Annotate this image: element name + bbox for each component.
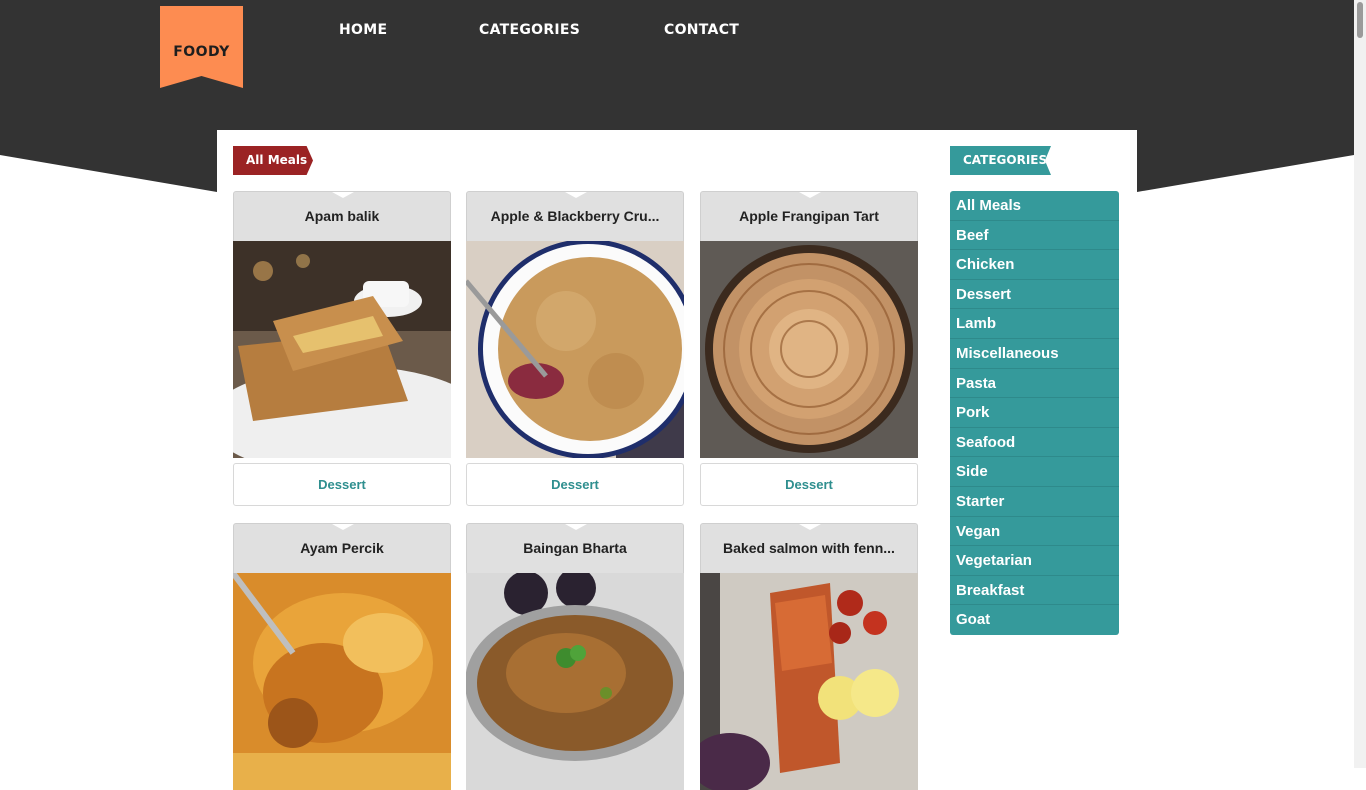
meal-name: Apple & Blackberry Cru... xyxy=(490,208,660,224)
logo[interactable]: FOODY xyxy=(160,6,243,88)
category-item-vegetarian[interactable]: Vegetarian xyxy=(950,546,1119,576)
category-item-vegan[interactable]: Vegan xyxy=(950,517,1119,547)
category-item-starter[interactable]: Starter xyxy=(950,487,1119,517)
meal-name: Apple Frangipan Tart xyxy=(739,208,879,224)
category-item-seafood[interactable]: Seafood xyxy=(950,428,1119,458)
category-item-dessert[interactable]: Dessert xyxy=(950,280,1119,310)
section-label-all-meals: All Meals xyxy=(233,146,313,175)
title-notch xyxy=(565,524,587,530)
meal-image-baked-salmon[interactable] xyxy=(700,573,918,790)
meal-name: Baingan Bharta xyxy=(523,540,627,556)
scrollbar-thumb[interactable] xyxy=(1357,2,1363,38)
meal-title[interactable]: Baingan Bharta xyxy=(466,523,684,573)
meal-title[interactable]: Apple Frangipan Tart xyxy=(700,191,918,241)
category-item-breakfast[interactable]: Breakfast xyxy=(950,576,1119,606)
meal-image-apple-blackberry-crumble[interactable] xyxy=(466,241,684,458)
meal-card[interactable]: Apple Frangipan Tart Dessert xyxy=(700,191,918,506)
category-item-pork[interactable]: Pork xyxy=(950,398,1119,428)
category-item-all-meals[interactable]: All Meals xyxy=(950,191,1119,221)
meal-image-baingan-bharta[interactable] xyxy=(466,573,684,790)
category-item-miscellaneous[interactable]: Miscellaneous xyxy=(950,339,1119,369)
category-item-chicken[interactable]: Chicken xyxy=(950,250,1119,280)
meal-image-ayam-percik[interactable] xyxy=(233,573,451,790)
category-item-goat[interactable]: Goat xyxy=(950,605,1119,635)
meal-title[interactable]: Apple & Blackberry Cru... xyxy=(466,191,684,241)
meal-name: Baked salmon with fenn... xyxy=(723,540,895,556)
category-item-lamb[interactable]: Lamb xyxy=(950,309,1119,339)
category-item-side[interactable]: Side xyxy=(950,457,1119,487)
category-list: All Meals Beef Chicken Dessert Lamb Misc… xyxy=(950,191,1119,635)
meal-card[interactable]: Apam balik Dessert xyxy=(233,191,451,506)
nav-categories[interactable]: CATEGORIES xyxy=(479,22,580,38)
scrollbar[interactable] xyxy=(1354,0,1366,768)
meal-card[interactable]: Baingan Bharta xyxy=(466,523,684,790)
meal-category-link[interactable]: Dessert xyxy=(466,463,684,506)
title-notch xyxy=(799,524,821,530)
meal-name: Apam balik xyxy=(304,208,380,224)
title-notch xyxy=(565,192,587,198)
category-item-pasta[interactable]: Pasta xyxy=(950,369,1119,399)
meal-image-apam-balik[interactable] xyxy=(233,241,451,458)
meal-name: Ayam Percik xyxy=(300,540,384,556)
meal-category-link[interactable]: Dessert xyxy=(233,463,451,506)
meal-title[interactable]: Apam balik xyxy=(233,191,451,241)
meal-card[interactable]: Ayam Percik xyxy=(233,523,451,790)
meal-card[interactable]: Apple & Blackberry Cru... Dessert xyxy=(466,191,684,506)
meal-image-apple-frangipan-tart[interactable] xyxy=(700,241,918,458)
category-item-beef[interactable]: Beef xyxy=(950,221,1119,251)
meal-card[interactable]: Baked salmon with fenn... xyxy=(700,523,918,790)
meal-category-link[interactable]: Dessert xyxy=(700,463,918,506)
nav-home[interactable]: HOME xyxy=(339,22,387,38)
nav-contact[interactable]: CONTACT xyxy=(664,22,739,38)
sidebar-heading: CATEGORIES xyxy=(950,146,1051,175)
title-notch xyxy=(332,524,354,530)
logo-text: FOODY xyxy=(173,44,230,60)
title-notch xyxy=(332,192,354,198)
meal-title[interactable]: Ayam Percik xyxy=(233,523,451,573)
title-notch xyxy=(799,192,821,198)
meal-title[interactable]: Baked salmon with fenn... xyxy=(700,523,918,573)
